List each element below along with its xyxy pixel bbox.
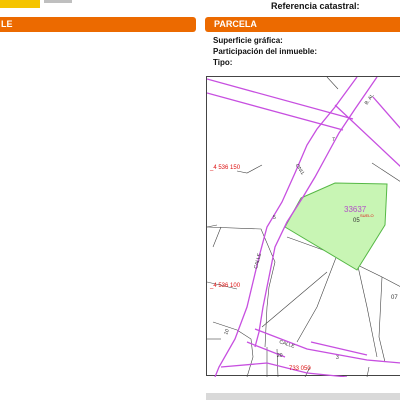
- utm-north-label-1: _4 536 150: [209, 165, 241, 171]
- street-label-tino: TINO: [295, 162, 307, 175]
- house-number-5: 5: [273, 215, 276, 221]
- parcel-sub-label: 05: [353, 218, 360, 224]
- surface-field-label: Superficie gráfica:: [213, 36, 283, 45]
- bottom-strip: [206, 393, 400, 400]
- left-section-header: LE: [0, 17, 196, 32]
- house-number-7: 7: [332, 137, 335, 143]
- street-label-calle-horizontal: CALLE: [278, 339, 296, 350]
- house-number-10: 10: [223, 328, 231, 335]
- cadastre-logo: [0, 0, 40, 8]
- participation-field-label: Participación del inmueble:: [213, 47, 318, 56]
- street-label-calle-vertical: CALLE: [253, 252, 263, 269]
- lot-07-label: 07: [391, 295, 398, 301]
- map-canvas: _4 536 150 _4 536 100 733 050 33637 SUEL…: [207, 77, 400, 377]
- highlighted-parcel[interactable]: [284, 182, 388, 271]
- house-number-20: 20: [277, 353, 283, 359]
- type-field-label: Tipo:: [213, 58, 233, 67]
- parcel-use-label: SUELO: [360, 213, 374, 218]
- logo-caption: [44, 0, 72, 3]
- utm-east-label: 733 050: [289, 366, 311, 372]
- parcel-section-header: PARCELA: [205, 17, 400, 32]
- utm-north-label-2: _4 536 100: [209, 283, 241, 289]
- cadastral-reference-label: Referencia catastral:: [271, 1, 360, 11]
- cadastral-map[interactable]: _4 536 150 _4 536 100 733 050 33637 SUEL…: [206, 76, 400, 377]
- house-number-3: 3: [336, 355, 339, 361]
